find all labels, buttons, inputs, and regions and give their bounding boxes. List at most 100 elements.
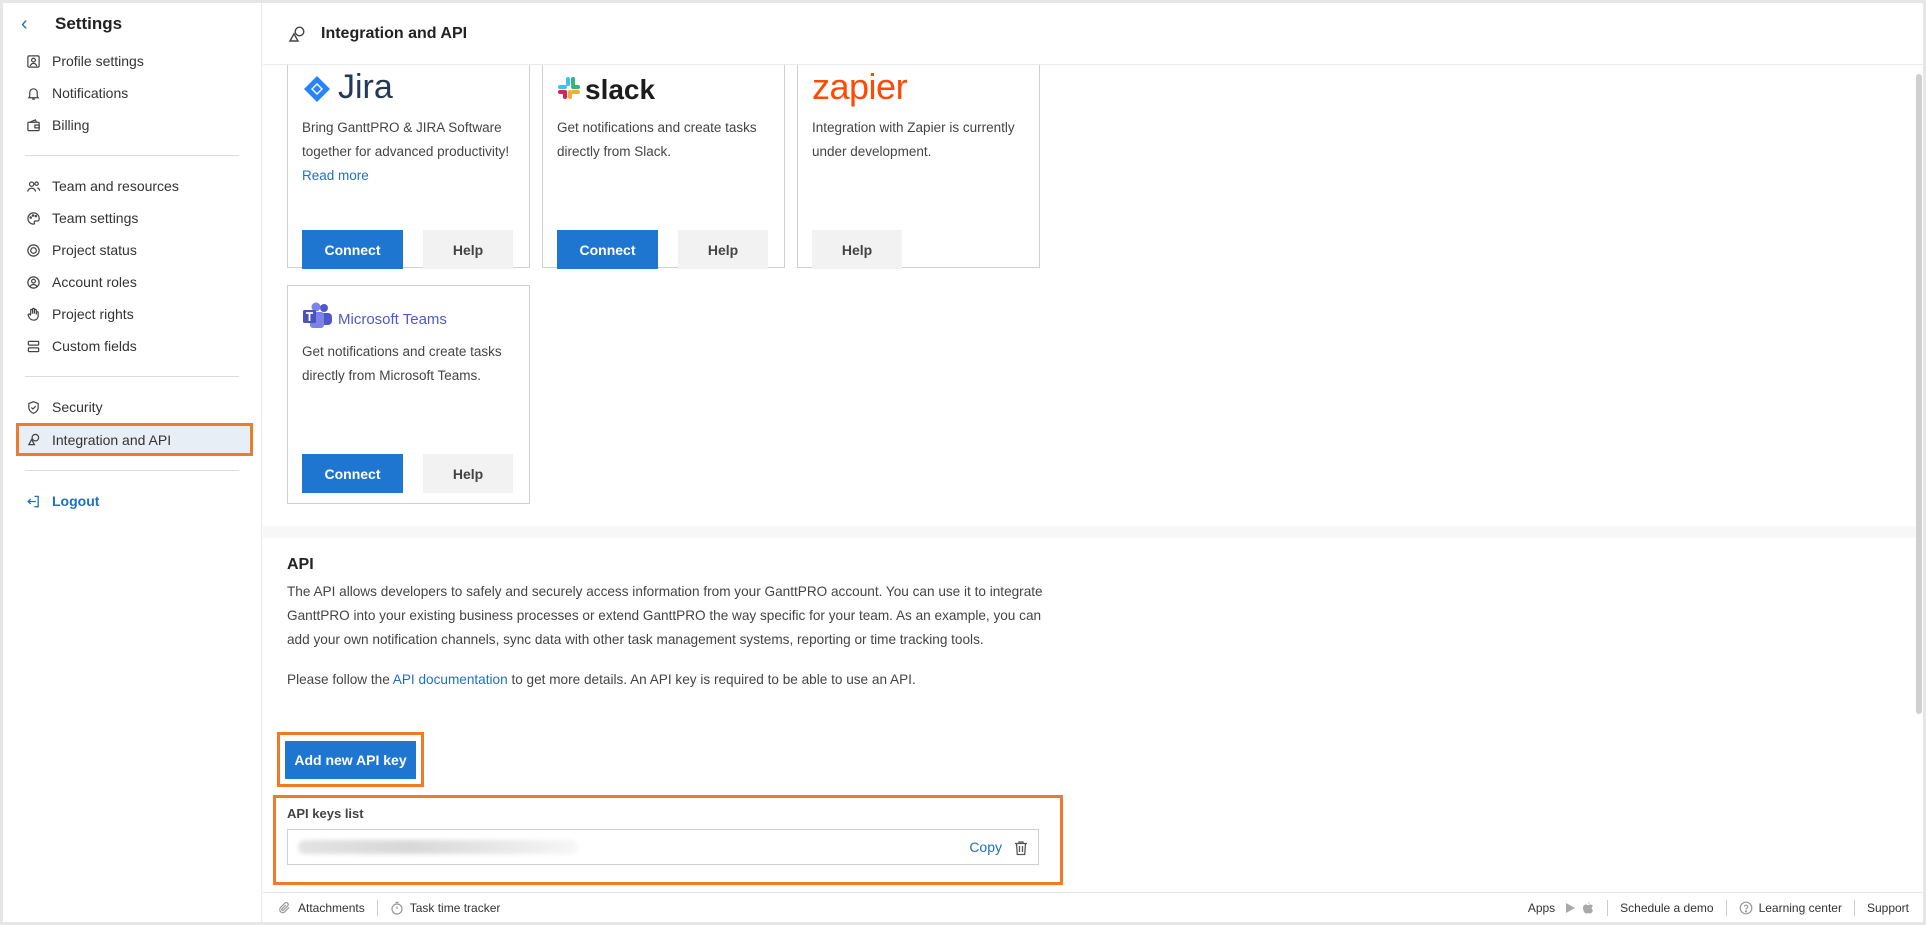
profile-icon [25, 53, 41, 69]
back-arrow-icon[interactable]: ‹ [21, 13, 47, 36]
teams-wordmark: Microsoft Teams [338, 311, 447, 328]
trash-icon[interactable] [1014, 840, 1028, 856]
footer-bar: Attachments Task time tracker Apps Sched… [263, 892, 1923, 922]
api-keys-list: API keys list Copy [273, 795, 1063, 885]
slack-connect-button[interactable]: Connect [557, 230, 658, 269]
api-key-field[interactable]: Copy [287, 829, 1039, 865]
shapes-icon [25, 432, 41, 448]
sidebar-item-label: Custom fields [52, 338, 137, 354]
sidebar-divider [25, 376, 239, 377]
logout-link[interactable]: Logout [19, 485, 241, 517]
sidebar-item-security[interactable]: Security [19, 391, 241, 423]
api-keys-label: API keys list [287, 806, 364, 821]
footer-divider [1607, 899, 1609, 916]
footer-divider [1725, 899, 1727, 916]
apps-label: Apps [1527, 900, 1556, 915]
sidebar-divider [25, 470, 239, 471]
slack-icon [558, 77, 580, 99]
sidebar-item-custom-fields[interactable]: Custom fields [19, 330, 241, 362]
page-title: Integration and API [321, 24, 468, 42]
sidebar-item-label: Billing [52, 117, 90, 133]
vertical-scrollbar[interactable] [1916, 74, 1922, 714]
jira-card: Jira Bring GanttPRO & JIRA Software toge… [287, 65, 530, 269]
sidebar-item-project-status[interactable]: Project status [19, 234, 241, 266]
teams-logo: Microsoft Teams [288, 286, 529, 336]
footer-divider [1853, 899, 1855, 916]
team-icon [25, 178, 41, 194]
learning-center-label: Learning center [1758, 900, 1842, 915]
teams-help-button[interactable]: Help [423, 454, 513, 493]
sidebar-item-label: Profile settings [52, 53, 144, 69]
page-header: Integration and API [263, 3, 1923, 65]
teams-connect-button[interactable]: Connect [302, 454, 403, 493]
schedule-demo-link[interactable]: Schedule a demo [1620, 901, 1713, 915]
slack-description: Get notifications and create tasks direc… [557, 120, 757, 159]
zapier-help-button[interactable]: Help [812, 230, 902, 269]
jira-help-button[interactable]: Help [423, 230, 513, 269]
learning-center-link[interactable]: Learning center [1739, 901, 1842, 915]
jira-wordmark: Jira [338, 68, 393, 106]
jira-connect-button[interactable]: Connect [302, 230, 403, 269]
sidebar-divider [25, 155, 239, 156]
api-key-value-redacted [298, 840, 578, 854]
support-link[interactable]: Support [1867, 901, 1909, 915]
sidebar-item-team-and-resources[interactable]: Team and resources [19, 170, 241, 202]
zapier-wordmark: zapier [812, 66, 908, 107]
task-time-tracker-button[interactable]: Task time tracker [390, 900, 501, 915]
sidebar-title: Settings [55, 14, 123, 33]
settings-sidebar: ‹ Settings Profile settings Notification… [3, 3, 262, 922]
play-store-icon[interactable] [1563, 901, 1577, 915]
api-doc-note: Please follow the API documentation to g… [287, 668, 1047, 692]
sidebar-item-label: Project rights [52, 306, 134, 322]
jira-logo: Jira [288, 65, 529, 112]
sidebar-item-label: Account roles [52, 274, 137, 290]
apps-link[interactable]: Apps [1528, 901, 1595, 915]
jira-desc-text: Bring GanttPRO & JIRA Software together … [302, 120, 510, 159]
sidebar-item-notifications[interactable]: Notifications [19, 77, 241, 109]
sidebar-item-label: Team settings [52, 210, 139, 226]
target-icon [25, 242, 41, 258]
palette-icon [25, 210, 41, 226]
api-heading: API [287, 556, 314, 573]
hand-icon [25, 306, 41, 322]
zapier-description: Integration with Zapier is currently und… [812, 120, 1015, 159]
sidebar-item-label: Notifications [52, 85, 129, 101]
sidebar-item-team-settings[interactable]: Team settings [19, 202, 241, 234]
zapier-card: zapier Integration with Zapier is curren… [797, 65, 1040, 269]
shield-icon [25, 399, 41, 415]
sidebar-item-label: Team and resources [52, 178, 179, 194]
slack-card: slack Get notifications and create tasks… [542, 65, 785, 269]
apple-icon[interactable] [1581, 901, 1595, 915]
task-time-tracker-label: Task time tracker [409, 900, 501, 915]
stopwatch-icon [391, 901, 403, 915]
sidebar-header: ‹ Settings [3, 3, 261, 45]
user-circle-icon [25, 274, 41, 290]
fields-icon [25, 338, 41, 354]
sidebar-item-integration-and-api[interactable]: Integration and API [16, 423, 253, 456]
add-new-api-key-button[interactable]: Add new API key [285, 740, 416, 779]
sidebar-item-billing[interactable]: Billing [19, 109, 241, 141]
read-more-link[interactable]: Read more [302, 168, 369, 183]
teams-description: Get notifications and create tasks direc… [302, 344, 502, 383]
logout-label: Logout [52, 493, 100, 509]
attachments-label: Attachments [298, 900, 365, 915]
sidebar-item-project-rights[interactable]: Project rights [19, 298, 241, 330]
api-documentation-link[interactable]: API documentation [393, 672, 508, 687]
jira-description: Bring GanttPRO & JIRA Software together … [288, 112, 529, 230]
bell-icon [25, 85, 41, 101]
help-circle-icon [1739, 901, 1752, 914]
attachments-button[interactable]: Attachments [278, 901, 365, 915]
copy-key-button[interactable]: Copy [969, 839, 1002, 855]
slack-logo: slack [543, 65, 784, 112]
sidebar-item-label: Security [52, 399, 103, 415]
sidebar-item-profile-settings[interactable]: Profile settings [19, 45, 241, 77]
slack-help-button[interactable]: Help [678, 230, 768, 269]
paperclip-icon [279, 901, 290, 913]
microsoft-teams-icon [303, 302, 332, 328]
zapier-logo: zapier [798, 65, 1039, 112]
slack-wordmark: slack [585, 74, 656, 105]
shapes-icon [287, 24, 307, 44]
sidebar-item-label: Project status [52, 242, 137, 258]
footer-divider [376, 899, 378, 916]
sidebar-item-account-roles[interactable]: Account roles [19, 266, 241, 298]
